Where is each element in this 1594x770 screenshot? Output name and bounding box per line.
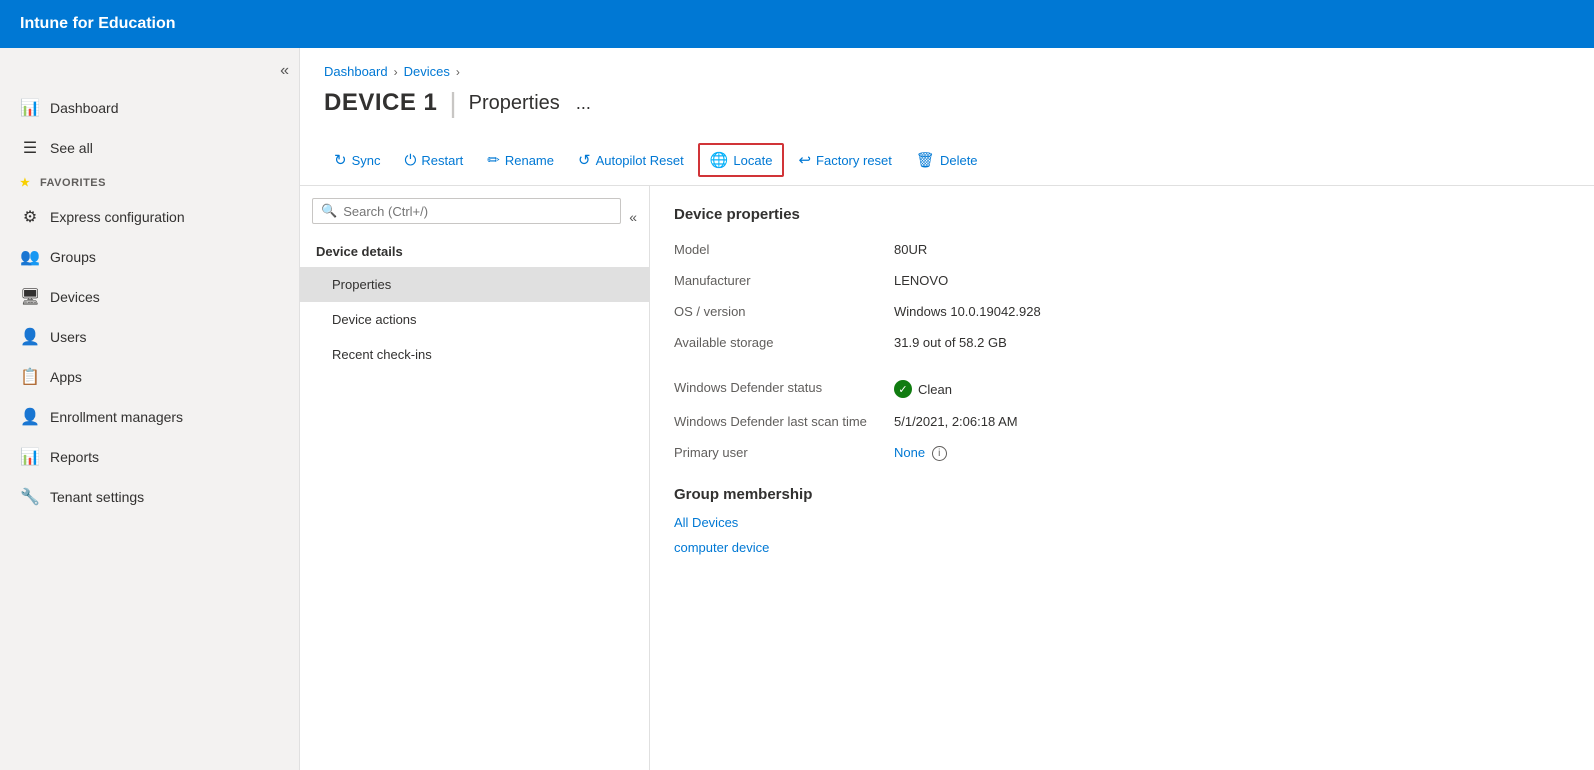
group-link-computer-device[interactable]: computer device — [674, 540, 1570, 555]
manufacturer-label: Manufacturer — [674, 268, 894, 293]
properties-grid: Model 80UR Manufacturer LENOVO OS / vers… — [674, 237, 1570, 355]
defender-clean-icon: ✓ — [894, 380, 912, 398]
search-row: 🔍 « — [300, 198, 649, 236]
groups-icon: 👥 — [20, 247, 40, 267]
breadcrumb-dashboard[interactable]: Dashboard — [324, 64, 388, 79]
sidebar-item-tenant-settings[interactable]: 🔧 Tenant settings — [0, 477, 299, 517]
topbar: Intune for Education — [0, 0, 1594, 48]
search-input[interactable] — [343, 204, 612, 219]
breadcrumb-sep-2: › — [456, 65, 460, 79]
defender-status-label: Windows Defender status — [674, 375, 894, 403]
delete-icon: 🗑 — [916, 151, 935, 169]
page-title: DEVICE 1 — [324, 89, 437, 117]
model-value: 80UR — [894, 237, 1570, 262]
sidebar-item-devices[interactable]: 🖥 Devices — [0, 277, 299, 317]
rename-icon: ✏ — [487, 151, 500, 169]
list-icon: ☰ — [20, 138, 40, 158]
two-panel: 🔍 « Device details Properties Device act… — [300, 186, 1594, 770]
sidebar-item-label: Users — [50, 329, 87, 345]
left-panel-section-title: Device details — [300, 236, 649, 267]
locate-icon: 🌐 — [710, 151, 729, 169]
settings-icon: 🔧 — [20, 487, 40, 507]
action-toolbar: ↻ Sync ⏻ Restart ✏ Rename ↺ Autopilot Re… — [300, 135, 1594, 186]
model-label: Model — [674, 237, 894, 262]
group-link-all-devices[interactable]: All Devices — [674, 515, 1570, 530]
enrollment-icon: 👤 — [20, 407, 40, 427]
sidebar-item-label: Devices — [50, 289, 100, 305]
users-icon: 👤 — [20, 327, 40, 347]
autopilot-reset-button[interactable]: ↺ Autopilot Reset — [568, 145, 694, 175]
os-version-value: Windows 10.0.19042.928 — [894, 299, 1570, 324]
sidebar-item-label: Reports — [50, 449, 99, 465]
left-panel-item-properties[interactable]: Properties — [300, 267, 649, 302]
device-properties-title: Device properties — [674, 206, 1570, 223]
left-panel-collapse-button[interactable]: « — [629, 209, 637, 225]
primary-user-label: Primary user — [674, 440, 894, 466]
defender-status-value: ✓ Clean — [894, 375, 1570, 403]
sync-button[interactable]: ↻ Sync — [324, 145, 390, 175]
breadcrumb-sep-1: › — [394, 65, 398, 79]
defender-scan-label: Windows Defender last scan time — [674, 409, 894, 434]
sidebar-item-apps[interactable]: 📋 Apps — [0, 357, 299, 397]
left-panel-item-device-actions[interactable]: Device actions — [300, 302, 649, 337]
sidebar-item-express-config[interactable]: ⚙ Express configuration — [0, 197, 299, 237]
app-body: « 📊 Dashboard ☰ See all ★ FAVORITES ⚙ Ex… — [0, 48, 1594, 770]
page-header: DEVICE 1 | Properties ... — [300, 79, 1594, 135]
factory-reset-button[interactable]: ↩ Factory reset — [788, 145, 901, 175]
sidebar: « 📊 Dashboard ☰ See all ★ FAVORITES ⚙ Ex… — [0, 48, 300, 770]
sidebar-item-label: Tenant settings — [50, 489, 144, 505]
sidebar-item-label: Enrollment managers — [50, 409, 183, 425]
page-subtitle: Properties — [469, 92, 560, 115]
app-title: Intune for Education — [20, 15, 176, 33]
storage-value: 31.9 out of 58.2 GB — [894, 330, 1570, 355]
sidebar-item-dashboard[interactable]: 📊 Dashboard — [0, 88, 299, 128]
sidebar-item-label: Apps — [50, 369, 82, 385]
sidebar-item-enrollment-managers[interactable]: 👤 Enrollment managers — [0, 397, 299, 437]
primary-user-link[interactable]: None — [894, 445, 925, 460]
storage-label: Available storage — [674, 330, 894, 355]
defender-grid: Windows Defender status ✓ Clean Windows … — [674, 375, 1570, 466]
breadcrumb: Dashboard › Devices › — [300, 48, 1594, 79]
restart-icon: ⏻ — [404, 152, 416, 169]
search-icon: 🔍 — [321, 203, 337, 219]
defender-scan-value: 5/1/2021, 2:06:18 AM — [894, 409, 1570, 434]
star-icon: ★ — [20, 177, 30, 189]
manufacturer-value: LENOVO — [894, 268, 1570, 293]
left-panel: 🔍 « Device details Properties Device act… — [300, 186, 650, 770]
autopilot-icon: ↺ — [578, 151, 591, 169]
breadcrumb-devices[interactable]: Devices — [404, 64, 450, 79]
express-config-icon: ⚙ — [20, 207, 40, 227]
factory-reset-icon: ↩ — [798, 151, 811, 169]
page-title-divider: | — [449, 87, 456, 119]
sidebar-collapse[interactable]: « — [0, 58, 299, 88]
sidebar-item-see-all[interactable]: ☰ See all — [0, 128, 299, 168]
sidebar-item-label: Groups — [50, 249, 96, 265]
sidebar-item-reports[interactable]: 📊 Reports — [0, 437, 299, 477]
group-membership-title: Group membership — [674, 486, 1570, 503]
sidebar-item-label: See all — [50, 140, 93, 156]
primary-user-info-icon[interactable]: i — [932, 446, 947, 461]
dashboard-icon: 📊 — [20, 98, 40, 118]
sidebar-item-label: Dashboard — [50, 100, 119, 116]
sync-icon: ↻ — [334, 151, 347, 169]
devices-icon: 🖥 — [20, 287, 40, 307]
os-version-label: OS / version — [674, 299, 894, 324]
favorites-section-label: ★ FAVORITES — [0, 168, 299, 197]
primary-user-value: None i — [894, 440, 1570, 466]
restart-button[interactable]: ⏻ Restart — [394, 146, 473, 175]
rename-button[interactable]: ✏ Rename — [477, 145, 564, 175]
locate-button[interactable]: 🌐 Locate — [698, 143, 785, 177]
right-panel: Device properties Model 80UR Manufacture… — [650, 186, 1594, 770]
delete-button[interactable]: 🗑 Delete — [906, 145, 988, 175]
apps-icon: 📋 — [20, 367, 40, 387]
main-content: Dashboard › Devices › DEVICE 1 | Propert… — [300, 48, 1594, 770]
left-panel-item-recent-check-ins[interactable]: Recent check-ins — [300, 337, 649, 372]
sidebar-item-label: Express configuration — [50, 209, 185, 225]
page-more-button[interactable]: ... — [572, 93, 595, 114]
sidebar-item-users[interactable]: 👤 Users — [0, 317, 299, 357]
sidebar-item-groups[interactable]: 👥 Groups — [0, 237, 299, 277]
reports-icon: 📊 — [20, 447, 40, 467]
search-bar[interactable]: 🔍 — [312, 198, 621, 224]
